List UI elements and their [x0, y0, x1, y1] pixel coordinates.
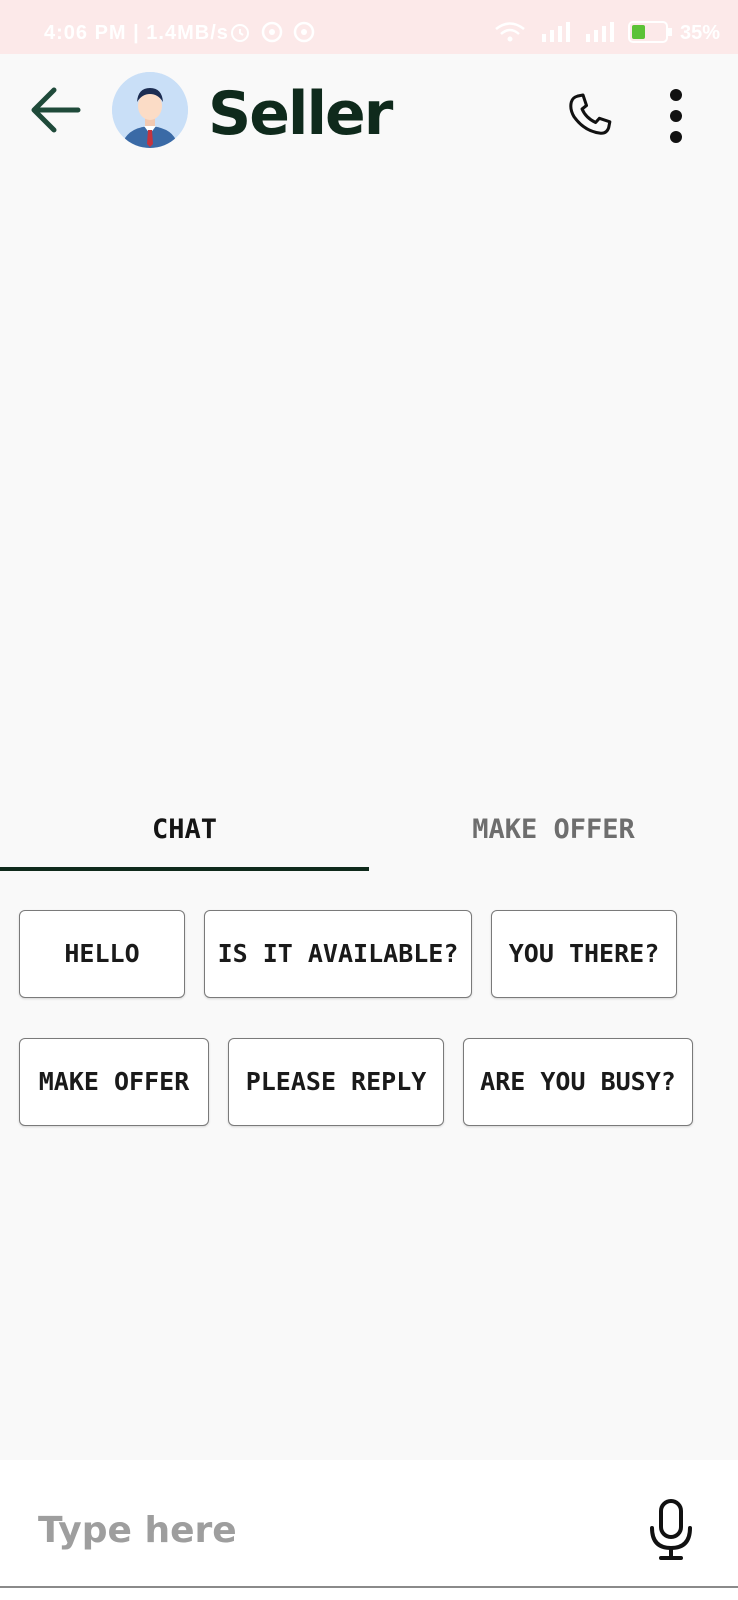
status-time: 4:06 PM | 1.4MB/s — [44, 22, 229, 44]
page-title: Seller — [208, 79, 393, 149]
quick-reply-hello[interactable]: HELLO — [19, 910, 185, 998]
quick-reply-are-you-busy[interactable]: ARE YOU BUSY? — [463, 1038, 693, 1126]
battery-percent: 35% — [680, 22, 721, 44]
more-vertical-icon — [670, 89, 682, 143]
status-bar: 4:06 PM | 1.4MB/s 35% — [0, 0, 738, 54]
tab-chat[interactable]: CHAT — [0, 800, 369, 872]
battery-icon — [628, 20, 674, 50]
quick-reply-you-there[interactable]: YOU THERE? — [491, 910, 677, 998]
seller-avatar[interactable] — [112, 72, 188, 148]
alarm-icon — [228, 20, 252, 50]
wifi-icon — [494, 20, 526, 50]
sync-icon — [260, 20, 284, 50]
person-avatar-icon — [112, 72, 188, 148]
tab-make-offer[interactable]: MAKE OFFER — [369, 800, 738, 872]
microphone-button[interactable] — [646, 1498, 696, 1562]
microphone-icon — [650, 1499, 692, 1560]
quick-reply-is-it-available[interactable]: IS IT AVAILABLE? — [204, 910, 472, 998]
quick-reply-please-reply[interactable]: PLEASE REPLY — [228, 1038, 444, 1126]
sync-icon-2 — [292, 20, 316, 50]
message-input[interactable] — [38, 1480, 638, 1580]
chat-header: Seller — [0, 54, 738, 178]
signal-icon — [540, 20, 576, 48]
message-list[interactable] — [0, 178, 738, 798]
tab-selected-indicator — [0, 867, 369, 871]
signal-icon-2 — [584, 20, 620, 48]
quick-reply-make-offer[interactable]: MAKE OFFER — [19, 1038, 209, 1126]
phone-icon — [569, 93, 612, 135]
more-options-button[interactable] — [656, 86, 696, 146]
back-button[interactable] — [28, 82, 84, 138]
call-button[interactable] — [562, 88, 618, 144]
tab-bar: CHAT MAKE OFFER — [0, 800, 738, 872]
arrow-left-icon — [31, 87, 81, 133]
input-underline — [0, 1586, 738, 1588]
message-input-bar — [0, 1460, 738, 1600]
